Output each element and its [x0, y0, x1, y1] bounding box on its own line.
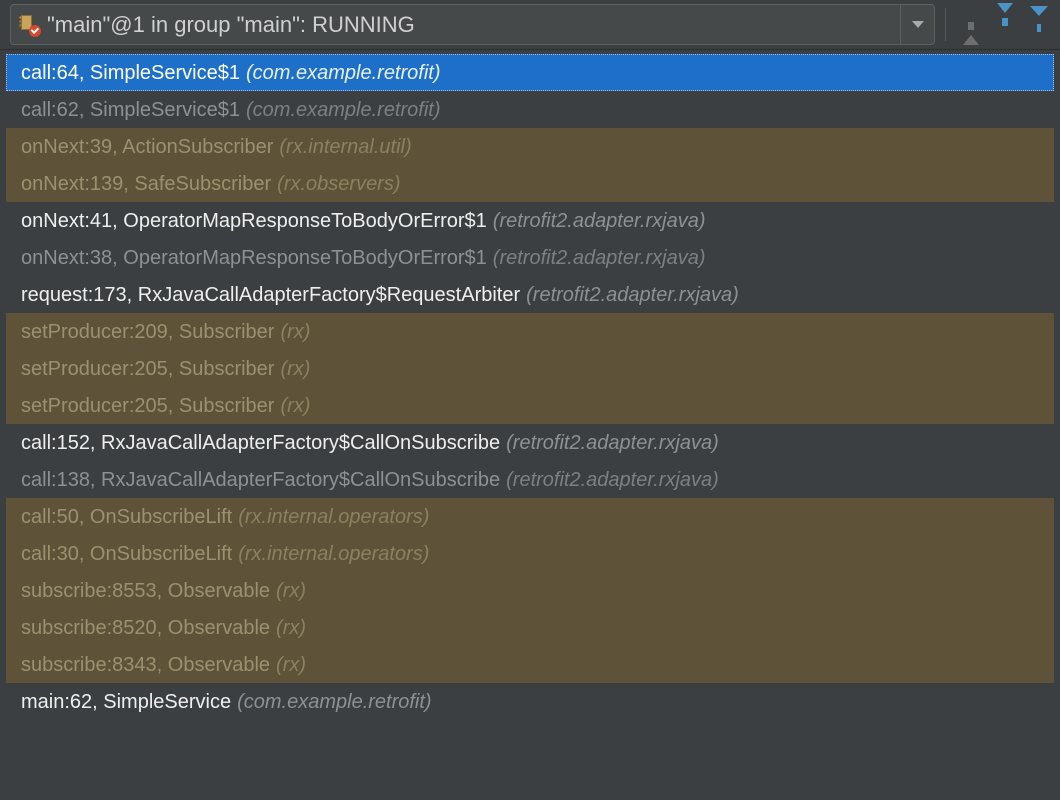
stack-frame-package: (rx) [280, 351, 310, 387]
stack-frame-row[interactable]: setProducer:209, Subscriber(rx) [6, 313, 1054, 350]
toolbar-separator [945, 8, 946, 41]
stack-frame-row[interactable]: call:50, OnSubscribeLift(rx.internal.ope… [6, 498, 1054, 535]
stack-frame-row[interactable]: call:30, OnSubscribeLift(rx.internal.ope… [6, 535, 1054, 572]
stack-frame-location: subscribe:8553, Observable [21, 573, 270, 609]
stack-frame-location: call:138, RxJavaCallAdapterFactory$CallO… [21, 462, 500, 498]
stack-frame-row[interactable]: setProducer:205, Subscriber(rx) [6, 350, 1054, 387]
stack-frame-row[interactable]: call:152, RxJavaCallAdapterFactory$CallO… [6, 424, 1054, 461]
stack-frame-location: call:50, OnSubscribeLift [21, 499, 232, 535]
stack-frame-row[interactable]: main:62, SimpleService(com.example.retro… [6, 683, 1054, 720]
stack-frame-row[interactable]: subscribe:8520, Observable(rx) [6, 609, 1054, 646]
stack-frame-location: subscribe:8520, Observable [21, 610, 270, 646]
stack-frame-location: onNext:39, ActionSubscriber [21, 129, 273, 165]
stack-frame-location: call:64, SimpleService$1 [21, 55, 240, 91]
stack-frame-package: (rx) [276, 573, 306, 609]
filter-frames-button[interactable] [1024, 4, 1054, 45]
stack-frame-package: (rx.internal.util) [279, 129, 411, 165]
stack-frame-package: (rx.internal.operators) [238, 536, 429, 572]
stack-frame-row[interactable]: request:173, RxJavaCallAdapterFactory$Re… [6, 276, 1054, 313]
funnel-icon [1030, 16, 1048, 34]
stack-frame-location: call:152, RxJavaCallAdapterFactory$CallO… [21, 425, 500, 461]
stack-frame-row[interactable]: onNext:38, OperatorMapResponseToBodyOrEr… [6, 239, 1054, 276]
stack-frame-row[interactable]: call:138, RxJavaCallAdapterFactory$CallO… [6, 461, 1054, 498]
stack-frame-package: (retrofit2.adapter.rxjava) [506, 425, 719, 461]
next-frame-button[interactable] [990, 4, 1020, 45]
chevron-down-icon [912, 21, 924, 28]
stack-frame-package: (rx) [276, 647, 306, 683]
thread-breakpoint-icon [19, 15, 39, 35]
thread-selector-caret[interactable] [900, 5, 934, 44]
arrow-up-icon [963, 13, 979, 45]
stack-frame-package: (com.example.retrofit) [246, 92, 441, 128]
stack-frame-location: setProducer:205, Subscriber [21, 388, 274, 424]
thread-selector[interactable]: "main"@1 in group "main": RUNNING [10, 4, 935, 45]
stack-frame-location: onNext:41, OperatorMapResponseToBodyOrEr… [21, 203, 487, 239]
debugger-toolbar: "main"@1 in group "main": RUNNING [0, 0, 1060, 50]
stack-frame-package: (retrofit2.adapter.rxjava) [506, 462, 719, 498]
stack-frame-row[interactable]: subscribe:8343, Observable(rx) [6, 646, 1054, 683]
stack-frame-package: (rx.observers) [277, 166, 400, 202]
stack-frame-location: subscribe:8343, Observable [21, 647, 270, 683]
stack-frame-row[interactable]: onNext:39, ActionSubscriber(rx.internal.… [6, 128, 1054, 165]
stack-frame-location: setProducer:205, Subscriber [21, 351, 274, 387]
stack-frame-location: setProducer:209, Subscriber [21, 314, 274, 350]
stack-frame-row[interactable]: onNext:41, OperatorMapResponseToBodyOrEr… [6, 202, 1054, 239]
stack-frame-package: (rx) [280, 388, 310, 424]
stack-frame-location: onNext:139, SafeSubscriber [21, 166, 271, 202]
stack-frame-package: (retrofit2.adapter.rxjava) [526, 277, 739, 313]
stack-frame-row[interactable]: subscribe:8553, Observable(rx) [6, 572, 1054, 609]
stack-frame-row[interactable]: onNext:139, SafeSubscriber(rx.observers) [6, 165, 1054, 202]
stack-frame-package: (rx.internal.operators) [238, 499, 429, 535]
stack-frame-row[interactable]: call:62, SimpleService$1(com.example.ret… [6, 91, 1054, 128]
arrow-down-icon [997, 3, 1013, 35]
stack-frame-location: onNext:38, OperatorMapResponseToBodyOrEr… [21, 240, 487, 276]
stack-frame-location: request:173, RxJavaCallAdapterFactory$Re… [21, 277, 520, 313]
stack-frame-location: call:62, SimpleService$1 [21, 92, 240, 128]
stack-frame-package: (retrofit2.adapter.rxjava) [493, 240, 706, 276]
stack-frame-package: (com.example.retrofit) [237, 684, 432, 720]
stack-frame-package: (rx) [276, 610, 306, 646]
stack-frame-row[interactable]: setProducer:205, Subscriber(rx) [6, 387, 1054, 424]
stack-frame-row[interactable]: call:64, SimpleService$1(com.example.ret… [6, 54, 1054, 91]
stack-frame-package: (retrofit2.adapter.rxjava) [493, 203, 706, 239]
stack-frame-package: (com.example.retrofit) [246, 55, 441, 91]
frames-list: call:64, SimpleService$1(com.example.ret… [0, 50, 1060, 800]
stack-frame-package: (rx) [280, 314, 310, 350]
thread-title: "main"@1 in group "main": RUNNING [39, 12, 900, 38]
stack-frame-location: main:62, SimpleService [21, 684, 231, 720]
previous-frame-button[interactable] [956, 4, 986, 45]
stack-frame-location: call:30, OnSubscribeLift [21, 536, 232, 572]
